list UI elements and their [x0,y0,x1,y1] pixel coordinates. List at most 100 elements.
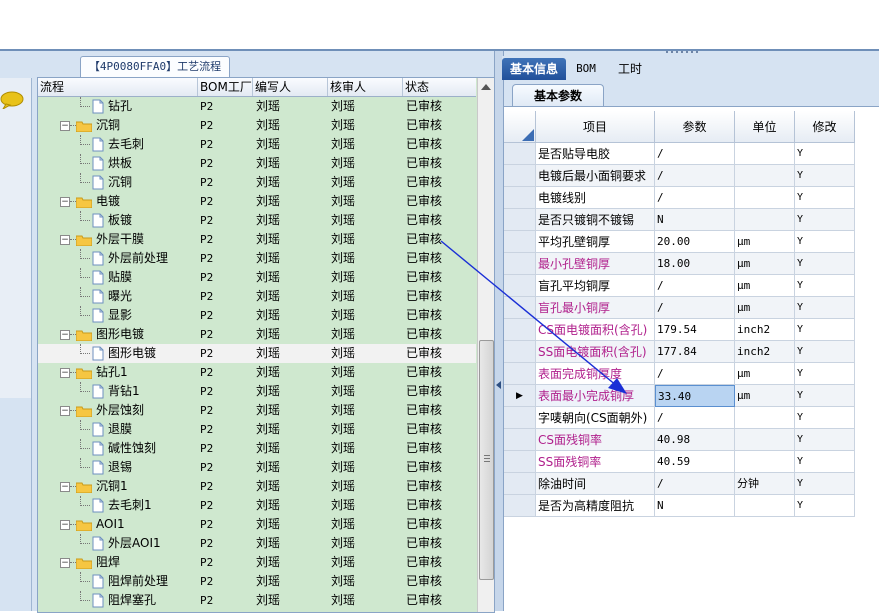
row-indicator[interactable] [504,275,536,297]
col-header-reviewer[interactable]: 核审人 [328,78,403,96]
grid-modify-cell[interactable]: Y [795,495,855,517]
grid-unit-cell[interactable] [735,451,795,473]
grid-col-unit[interactable]: 单位 [735,111,795,143]
grid-unit-cell[interactable] [735,187,795,209]
grid-row[interactable]: 除油时间 / 分钟 Y [504,473,879,495]
collapse-toggle-icon[interactable]: − [60,368,70,378]
current-row-indicator-icon[interactable]: ▶ [504,385,536,407]
grid-modify-cell[interactable]: Y [795,341,855,363]
grid-modify-cell[interactable]: Y [795,297,855,319]
grid-unit-cell[interactable]: 分钟 [735,473,795,495]
tree-leaf-row[interactable]: 背钻1 P2 刘瑶 刘瑶 已审核 [38,382,476,401]
row-indicator[interactable] [504,231,536,253]
col-header-status[interactable]: 状态 [403,78,476,96]
row-indicator[interactable] [504,209,536,231]
tab-basic-info[interactable]: 基本信息 [502,58,566,80]
tree-leaf-row[interactable]: 阻焊塞孔 P2 刘瑶 刘瑶 已审核 [38,591,476,610]
grid-unit-cell[interactable]: inch2 [735,341,795,363]
grid-modify-cell[interactable]: Y [795,429,855,451]
tab-work-hours[interactable]: 工时 [610,58,650,80]
tree-leaf-row[interactable]: 贴膜 P2 刘瑶 刘瑶 已审核 [38,268,476,287]
tree-group-row[interactable]: − 钻孔1 P2 刘瑶 刘瑶 已审核 [38,363,476,382]
grid-row[interactable]: 是否贴导电胶 / Y [504,143,879,165]
grid-row[interactable]: CS面电镀面积(含孔) 179.54 inch2 Y [504,319,879,341]
collapse-left-arrow-icon[interactable] [496,381,501,389]
row-indicator[interactable] [504,143,536,165]
grid-unit-cell[interactable] [735,429,795,451]
grid-unit-cell[interactable]: μm [735,363,795,385]
grid-param-cell[interactable]: / [655,275,735,297]
tree-leaf-row[interactable]: 显影 P2 刘瑶 刘瑶 已审核 [38,306,476,325]
grid-unit-cell[interactable]: inch2 [735,319,795,341]
grid-row[interactable]: 表面完成铜厚度 / μm Y [504,363,879,385]
grid-unit-cell[interactable]: μm [735,275,795,297]
tree-leaf-row[interactable]: 去毛刺1 P2 刘瑶 刘瑶 已审核 [38,496,476,515]
grid-row[interactable]: CS面残铜率 40.98 Y [504,429,879,451]
row-indicator[interactable] [504,473,536,495]
grid-row[interactable]: 电镀后最小面铜要求 / Y [504,165,879,187]
collapse-toggle-icon[interactable]: − [60,482,70,492]
grid-unit-cell[interactable]: μm [735,231,795,253]
col-header-writer[interactable]: 编写人 [253,78,328,96]
grid-modify-cell[interactable]: Y [795,451,855,473]
scroll-up-arrow-icon[interactable] [481,84,491,90]
row-indicator[interactable] [504,297,536,319]
grid-param-cell[interactable]: 33.40 [655,385,735,407]
tree-group-row[interactable]: − AOI1 P2 刘瑶 刘瑶 已审核 [38,515,476,534]
process-flow-tab[interactable]: 【4P0080FFA0】工艺流程 [80,56,230,77]
grid-row[interactable]: 最小孔壁铜厚 18.00 μm Y [504,253,879,275]
grid-param-cell[interactable]: N [655,209,735,231]
grid-unit-cell[interactable] [735,495,795,517]
row-indicator[interactable] [504,319,536,341]
tree-leaf-row[interactable]: 图形电镀 P2 刘瑶 刘瑶 已审核 [38,344,476,363]
grid-col-param[interactable]: 参数 [655,111,735,143]
tree-leaf-row[interactable]: 碱性蚀刻 P2 刘瑶 刘瑶 已审核 [38,439,476,458]
grid-modify-cell[interactable]: Y [795,385,855,407]
grid-param-cell[interactable]: 40.59 [655,451,735,473]
collapse-toggle-icon[interactable]: − [60,330,70,340]
grid-param-cell[interactable]: 20.00 [655,231,735,253]
tree-group-row[interactable]: − 电镀 P2 刘瑶 刘瑶 已审核 [38,192,476,211]
grid-row[interactable]: 盲孔最小铜厚 / μm Y [504,297,879,319]
tree-group-row[interactable]: − 图形电镀 P2 刘瑶 刘瑶 已审核 [38,325,476,344]
col-header-flow[interactable]: 流程 [38,78,198,96]
collapse-toggle-icon[interactable]: − [60,235,70,245]
grid-param-cell[interactable]: 177.84 [655,341,735,363]
grid-modify-cell[interactable]: Y [795,363,855,385]
grid-row[interactable]: 盲孔平均铜厚 / μm Y [504,275,879,297]
grid-row[interactable]: 平均孔壁铜厚 20.00 μm Y [504,231,879,253]
grid-modify-cell[interactable]: Y [795,407,855,429]
grid-modify-cell[interactable]: Y [795,275,855,297]
grid-unit-cell[interactable] [735,143,795,165]
grid-param-cell[interactable]: / [655,165,735,187]
grid-unit-cell[interactable]: μm [735,385,795,407]
grid-param-cell[interactable]: / [655,473,735,495]
tree-group-row[interactable]: − 沉铜1 P2 刘瑶 刘瑶 已审核 [38,477,476,496]
grid-modify-cell[interactable]: Y [795,319,855,341]
grid-row[interactable]: ▶ 表面最小完成铜厚 33.40 μm Y [504,385,879,407]
tree-group-row[interactable]: − 外层蚀刻 P2 刘瑶 刘瑶 已审核 [38,401,476,420]
row-indicator[interactable] [504,407,536,429]
scroll-thumb[interactable] [479,340,494,580]
grid-modify-cell[interactable]: Y [795,253,855,275]
grid-modify-cell[interactable]: Y [795,143,855,165]
grid-param-cell[interactable]: N [655,495,735,517]
grid-param-cell[interactable]: / [655,297,735,319]
tree-leaf-row[interactable]: 曝光 P2 刘瑶 刘瑶 已审核 [38,287,476,306]
grid-row[interactable]: 电镀线别 / Y [504,187,879,209]
tree-leaf-row[interactable]: 外层前处理 P2 刘瑶 刘瑶 已审核 [38,249,476,268]
grid-modify-cell[interactable]: Y [795,231,855,253]
tree-leaf-row[interactable]: 退锡 P2 刘瑶 刘瑶 已审核 [38,458,476,477]
grid-param-cell[interactable]: / [655,407,735,429]
grid-unit-cell[interactable] [735,165,795,187]
grid-unit-cell[interactable] [735,209,795,231]
tree-leaf-row[interactable]: 钻孔 P2 刘瑶 刘瑶 已审核 [38,97,476,116]
row-indicator[interactable] [504,165,536,187]
tab-basic-params[interactable]: 基本参数 [512,84,604,107]
grid-param-cell[interactable]: / [655,363,735,385]
row-indicator[interactable] [504,495,536,517]
row-indicator[interactable] [504,253,536,275]
grid-row[interactable]: 是否为高精度阻抗 N Y [504,495,879,517]
grid-corner[interactable] [504,111,536,143]
collapse-toggle-icon[interactable]: − [60,520,70,530]
